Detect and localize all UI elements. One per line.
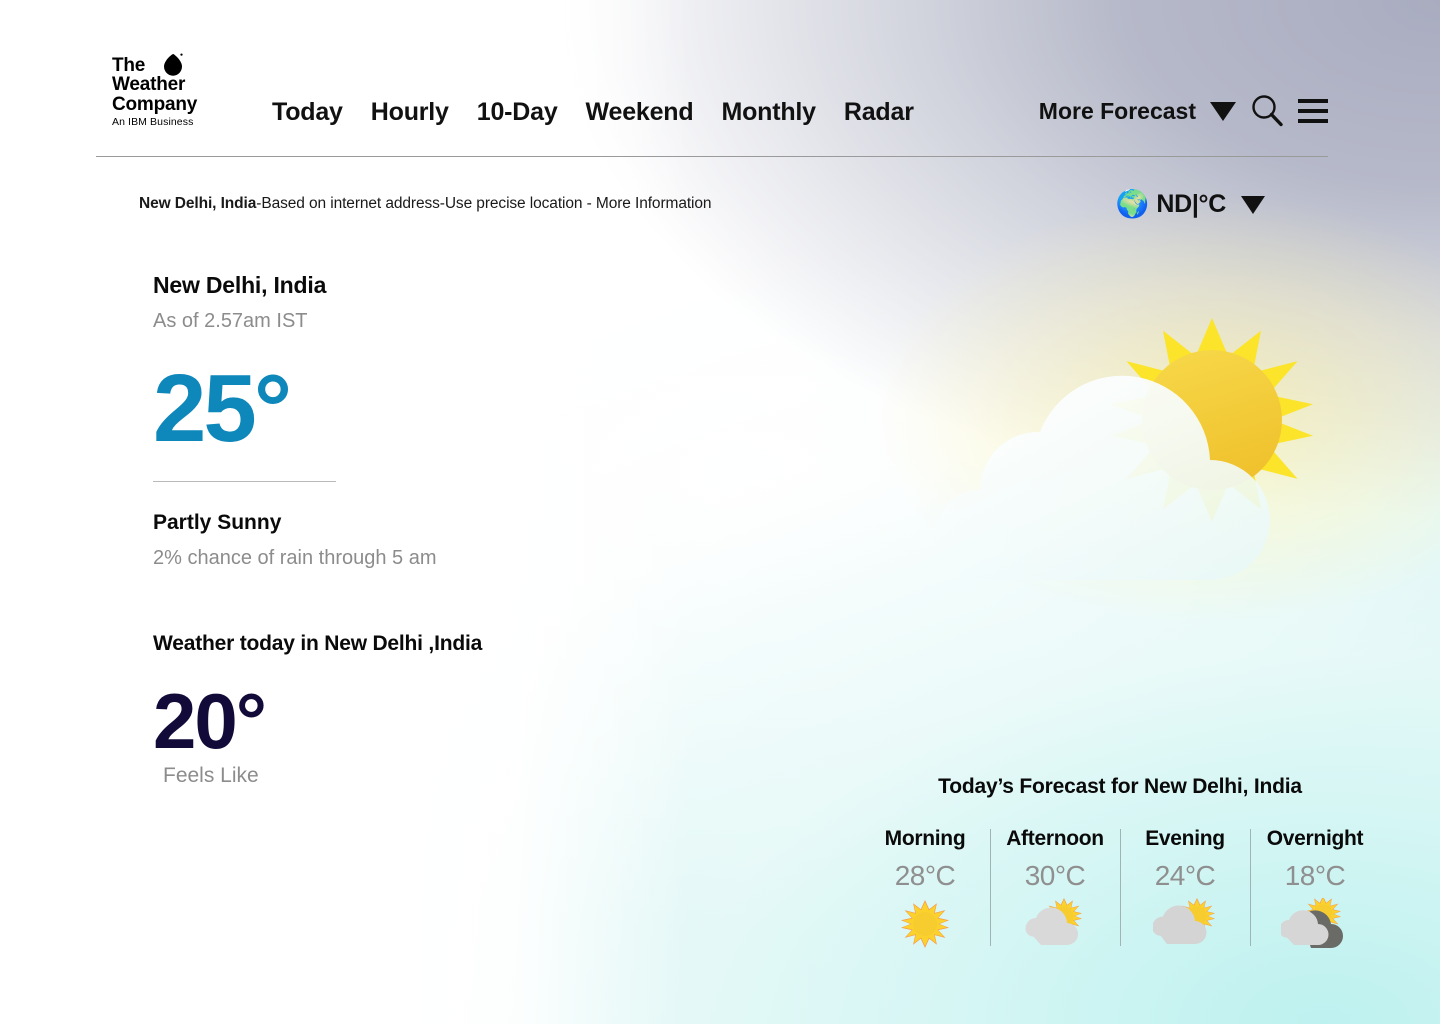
current-city: New Delhi, India: [153, 272, 327, 298]
chevron-down-icon[interactable]: [1241, 195, 1265, 214]
forecast-period-label: Afternoon: [1006, 827, 1104, 850]
nav-item-monthly[interactable]: Monthly: [721, 98, 816, 127]
unit-selector-label: ND|°C: [1156, 190, 1226, 218]
current-conditions-panel: New Delhi, India As of 2.57am IST 25° Pa…: [153, 272, 673, 788]
globe-icon: 🌍: [1115, 189, 1150, 219]
forecast-period-overnight[interactable]: Overnight 18°C: [1250, 827, 1380, 950]
main-navigation: Today Hourly 10-Day Weekend Monthly Rada…: [272, 98, 914, 127]
location-bar-detail[interactable]: -Based on internet address-Use precise l…: [256, 195, 711, 212]
location-bar-city: New Delhi, India: [139, 195, 257, 212]
forecast-period-temp: 18°C: [1284, 860, 1346, 891]
search-icon[interactable]: [1250, 94, 1284, 128]
logo[interactable]: The Weather Company An IBM Business: [112, 53, 244, 129]
feels-like-label: Feels Like: [163, 764, 259, 787]
logo-line-1: The: [112, 55, 146, 76]
more-forecast-button[interactable]: More Forecast: [1039, 98, 1196, 125]
nav-item-weekend[interactable]: Weekend: [586, 98, 694, 127]
logo-tagline: An IBM Business: [112, 116, 194, 129]
forecast-period-label: Morning: [884, 827, 966, 850]
unit-selector[interactable]: 🌍 ND|°C: [1116, 190, 1265, 219]
hero-weather-icon: [880, 280, 1350, 610]
forecast-period-evening[interactable]: Evening 24°C: [1120, 827, 1250, 950]
rain-chance-note: 2% chance of rain through 5 am: [153, 547, 437, 569]
logo-line-3: Company: [112, 93, 198, 115]
header-actions: More Forecast: [1039, 94, 1328, 128]
hamburger-menu-icon[interactable]: [1298, 99, 1328, 123]
current-temperature: 25°: [153, 355, 292, 462]
forecast-columns: Morning 28°C Afternoon 30°C Evening 24°C…: [860, 827, 1380, 950]
forecast-period-afternoon[interactable]: Afternoon 30°C: [990, 827, 1120, 950]
as-of-time: As of 2.57am IST: [153, 310, 308, 332]
todays-forecast-panel: Today’s Forecast for New Delhi, India Mo…: [860, 775, 1380, 950]
nav-item-hourly[interactable]: Hourly: [371, 98, 449, 127]
temperature-divider: [153, 481, 336, 482]
forecast-title: Today’s Forecast for New Delhi, India: [938, 775, 1302, 798]
weather-today-heading: Weather today in New Delhi ,India: [153, 632, 483, 655]
current-condition: Partly Sunny: [153, 511, 282, 534]
forecast-period-temp: 28°C: [894, 860, 956, 891]
header-divider: [96, 156, 1328, 157]
sun-behind-large-cloud-icon: [1124, 898, 1246, 950]
sun-behind-cloud-icon: [994, 898, 1116, 950]
nav-item-radar[interactable]: Radar: [844, 98, 914, 127]
weather-page: The Weather Company An IBM Business Toda…: [0, 0, 1440, 1024]
nav-item-10-day[interactable]: 10-Day: [477, 98, 558, 127]
chevron-down-icon[interactable]: [1210, 101, 1236, 121]
forecast-period-label: Evening: [1145, 827, 1225, 850]
forecast-period-label: Overnight: [1266, 827, 1364, 850]
nav-item-today[interactable]: Today: [272, 98, 343, 127]
water-drop-icon: [161, 53, 184, 82]
feels-like-temperature: 20°: [153, 677, 267, 765]
forecast-period-temp: 30°C: [1024, 860, 1086, 891]
location-bar[interactable]: New Delhi, India-Based on internet addre…: [139, 195, 712, 213]
forecast-period-temp: 24°C: [1154, 860, 1216, 891]
forecast-period-morning[interactable]: Morning 28°C: [860, 827, 990, 950]
site-header: The Weather Company An IBM Business Toda…: [0, 0, 1440, 157]
sun-icon: [864, 898, 986, 950]
sun-behind-dark-cloud-icon: [1254, 898, 1376, 950]
